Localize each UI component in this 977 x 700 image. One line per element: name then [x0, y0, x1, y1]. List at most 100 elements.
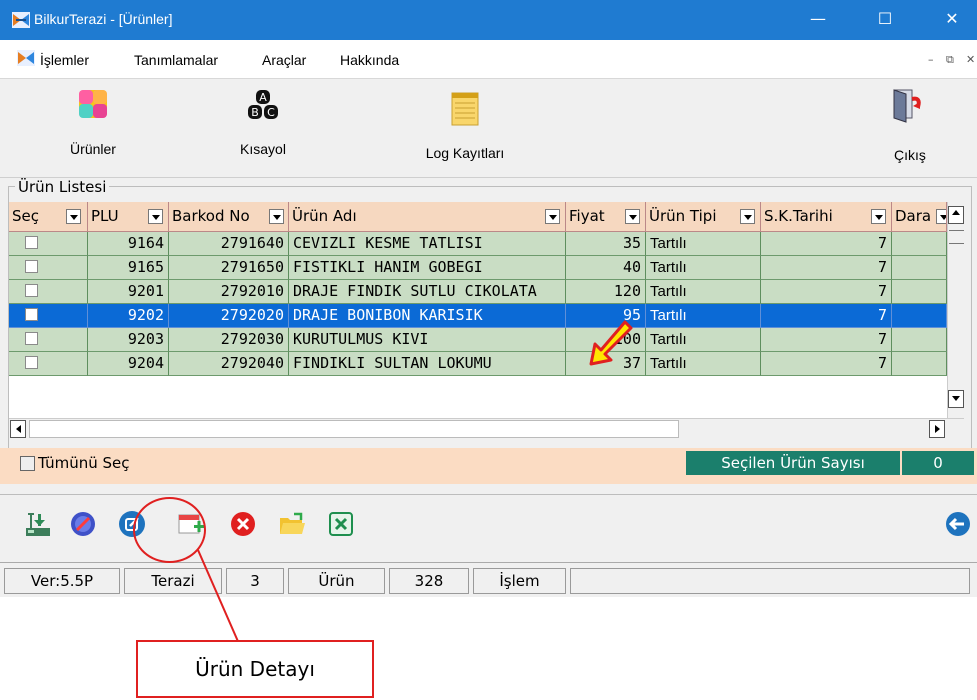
table-row[interactable]: 9201 2792010 DRAJE FINDIK SUTLU CIKOLATA… — [9, 280, 947, 304]
column-header-dara[interactable]: Dara — [892, 202, 947, 232]
log-kayitlari-button[interactable]: Log Kayıtları — [405, 79, 525, 169]
fiyat-cell: 120 — [566, 280, 646, 304]
excel-icon[interactable] — [327, 510, 355, 538]
selected-count-value: 0 — [902, 451, 974, 475]
row-checkbox[interactable] — [25, 260, 38, 273]
select-cell[interactable] — [9, 256, 88, 280]
header-label: Barkod No — [172, 207, 250, 225]
exit-door-icon — [893, 89, 921, 123]
filter-dropdown-icon[interactable] — [269, 209, 284, 224]
filter-dropdown-icon[interactable] — [625, 209, 640, 224]
dara-cell — [892, 232, 947, 256]
app-logo-icon — [12, 12, 30, 28]
table-row[interactable]: 9164 2791640 CEVIZLI KESME TATLISI 35 Ta… — [9, 232, 947, 256]
barkod-cell: 2792010 — [169, 280, 289, 304]
table-row-selected[interactable]: 9202 2792020 DRAJE BONIBON KARISIK 95 Ta… — [9, 304, 947, 328]
sk-tarihi-cell: 7 — [761, 328, 892, 352]
sk-tarihi-cell: 7 — [761, 280, 892, 304]
row-checkbox[interactable] — [25, 308, 38, 321]
down-arrow-icon — [952, 396, 960, 401]
product-grid: Seç PLU Barkod No Ürün Adı Fiyat Ürün Ti… — [9, 202, 947, 418]
folder-open-icon[interactable] — [278, 510, 306, 538]
brush-icon[interactable] — [69, 510, 97, 538]
svg-text:C: C — [267, 106, 275, 119]
barkod-cell: 2792020 — [169, 304, 289, 328]
status-islem-label: İşlem — [473, 568, 566, 594]
dara-cell — [892, 280, 947, 304]
horizontal-scrollbar[interactable] — [9, 418, 964, 439]
scroll-thumb[interactable] — [949, 230, 964, 244]
header-label: Ürün Adı — [292, 207, 357, 225]
column-header-fiyat[interactable]: Fiyat — [566, 202, 646, 232]
row-checkbox[interactable] — [25, 332, 38, 345]
back-icon[interactable] — [944, 510, 972, 538]
scroll-thumb-horizontal[interactable] — [29, 420, 679, 438]
plu-cell: 9203 — [88, 328, 169, 352]
minimize-button[interactable]: — — [795, 0, 841, 40]
select-all-checkbox[interactable] — [20, 456, 35, 471]
mdi-close-button[interactable]: ✕ — [966, 53, 975, 66]
svg-text:A: A — [259, 91, 267, 104]
menu-hakkinda[interactable]: Hakkında — [340, 52, 399, 68]
app-menu-icon[interactable] — [17, 50, 35, 66]
select-cell[interactable] — [9, 280, 88, 304]
close-button[interactable]: ✕ — [929, 0, 975, 40]
select-cell[interactable] — [9, 304, 88, 328]
window-title: BilkurTerazi - [Ürünler] — [34, 11, 173, 27]
delete-icon[interactable] — [229, 510, 257, 538]
urun-adi-cell: KURUTULMUS KIVI — [289, 328, 566, 352]
mdi-minimize-button[interactable]: – — [928, 53, 934, 66]
header-label: PLU — [91, 207, 119, 225]
row-checkbox[interactable] — [25, 236, 38, 249]
filter-dropdown-icon[interactable] — [66, 209, 81, 224]
table-row[interactable]: 9204 2792040 FINDIKLI SULTAN LOKUMU 37 T… — [9, 352, 947, 376]
row-checkbox[interactable] — [25, 284, 38, 297]
plu-cell: 9201 — [88, 280, 169, 304]
header-label: Ürün Tipi — [649, 207, 717, 225]
menu-islemler[interactable]: İşlemler — [40, 52, 89, 68]
right-arrow-icon — [935, 425, 940, 433]
header-label: Seç — [12, 207, 39, 225]
scale-upload-icon[interactable] — [24, 510, 52, 538]
sk-tarihi-cell: 7 — [761, 352, 892, 376]
selected-count-label: Seçilen Ürün Sayısı — [686, 451, 900, 475]
barkod-cell: 2791650 — [169, 256, 289, 280]
column-header-barkod[interactable]: Barkod No — [169, 202, 289, 232]
filter-dropdown-icon[interactable] — [871, 209, 886, 224]
kisayol-label: Kısayol — [240, 141, 286, 157]
cikis-button[interactable]: Çıkış — [870, 79, 950, 169]
column-header-plu[interactable]: PLU — [88, 202, 169, 232]
menu-tanimlamalar[interactable]: Tanımlamalar — [134, 52, 218, 68]
dara-cell — [892, 304, 947, 328]
menu-araclar[interactable]: Araçlar — [262, 52, 306, 68]
select-cell[interactable] — [9, 328, 88, 352]
products-icon — [79, 90, 107, 118]
select-all-label[interactable]: Tümünü Seç — [38, 454, 130, 472]
dara-cell — [892, 328, 947, 352]
urun-tipi-cell: Tartılı — [646, 304, 761, 328]
vertical-scrollbar[interactable] — [947, 202, 965, 418]
urun-tipi-cell: Tartılı — [646, 232, 761, 256]
filter-dropdown-icon[interactable] — [740, 209, 755, 224]
filter-dropdown-icon[interactable] — [545, 209, 560, 224]
table-row[interactable]: 9203 2792030 KURUTULMUS KIVI 100 Tartılı… — [9, 328, 947, 352]
table-row[interactable]: 9165 2791650 FISTIKLI HANIM GOBEGI 40 Ta… — [9, 256, 947, 280]
column-header-urun-tipi[interactable]: Ürün Tipi — [646, 202, 761, 232]
filter-dropdown-icon[interactable] — [936, 209, 946, 224]
urunler-button[interactable]: Ürünler — [48, 79, 138, 169]
mdi-restore-button[interactable]: ⧉ — [946, 53, 954, 67]
select-cell[interactable] — [9, 352, 88, 376]
maximize-button[interactable]: ☐ — [862, 0, 908, 40]
barkod-cell: 2792040 — [169, 352, 289, 376]
select-cell[interactable] — [9, 232, 88, 256]
column-header-urun-adi[interactable]: Ürün Adı — [289, 202, 566, 232]
log-notepad-icon — [451, 92, 479, 126]
plu-cell: 9204 — [88, 352, 169, 376]
filter-dropdown-icon[interactable] — [148, 209, 163, 224]
kisayol-button[interactable]: A B C Kısayol — [218, 79, 308, 169]
column-header-sk-tarihi[interactable]: S.K.Tarihi — [761, 202, 892, 232]
row-checkbox[interactable] — [25, 356, 38, 369]
group-title: Ürün Listesi — [15, 178, 110, 196]
barkod-cell: 2792030 — [169, 328, 289, 352]
column-header-sec[interactable]: Seç — [9, 202, 88, 232]
